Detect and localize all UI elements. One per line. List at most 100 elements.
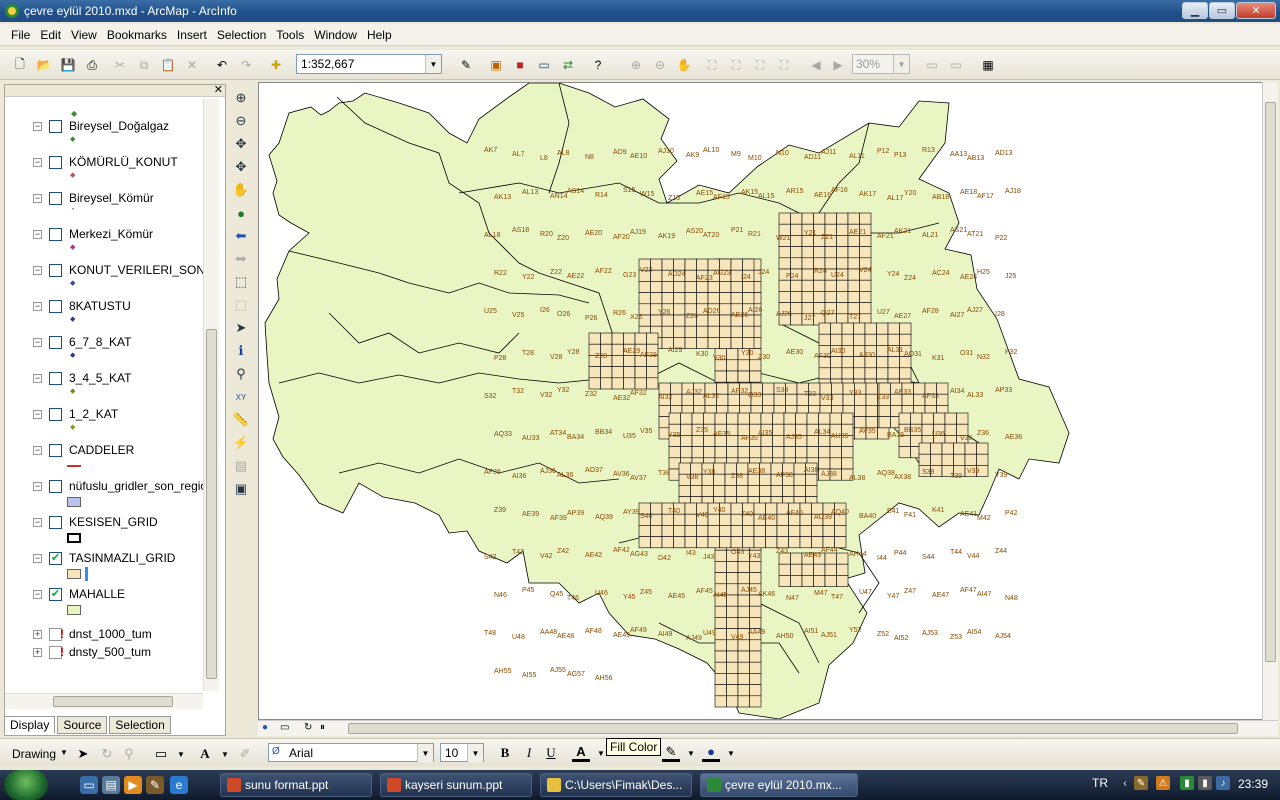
layer-name[interactable]: Bireysel_Kömür [69,191,154,205]
layer-name[interactable]: KONUT_VERILERI_SON2 [69,263,205,277]
whats-this-help-icon[interactable]: ? [588,55,608,75]
collapse-icon[interactable]: − [33,337,42,347]
scrollbar-thumb[interactable] [348,723,1238,734]
layer-row[interactable]: − 1_2_KAT [5,405,205,423]
font-color-icon[interactable]: A [572,744,590,762]
layer-visibility-checkbox[interactable]: ✔ [49,551,62,565]
scrollbar-thumb[interactable] [53,696,173,707]
layer-name[interactable]: Merkezi_Kömür [69,227,153,241]
change-layout-icon[interactable]: ▦ [978,55,998,75]
collapse-icon[interactable]: − [33,589,42,599]
layer-row[interactable]: − KÖMÜRLÜ_KONUT [5,153,205,171]
layer-row[interactable]: − KONUT_VERILERI_SON2 [5,261,205,279]
map-horizontal-scrollbar[interactable]: ● ▭ ↻ ⏸ [258,720,1278,736]
tab-display[interactable]: Display [4,716,56,734]
print-icon[interactable]: ⎙ [82,55,102,75]
scrollbar-thumb[interactable] [1265,102,1276,662]
rectangle-icon[interactable]: ▭ [152,745,170,763]
internet-explorer-icon[interactable]: e [170,776,188,794]
pause-drawing-icon[interactable]: ⏸ [320,722,325,733]
layer-name[interactable]: nüfuslu_gridler_son_region [69,479,205,493]
collapse-icon[interactable]: − [33,193,42,203]
full-extent-globe-icon[interactable]: ● [231,203,251,223]
network-icon[interactable]: ▮ [1180,776,1194,790]
menu-window[interactable]: Window [309,28,362,42]
menu-tools[interactable]: Tools [271,28,309,42]
taskbar-item-sunu-format[interactable]: sunu format.ppt [220,773,372,797]
layer-visibility-checkbox[interactable] [49,191,62,205]
collapse-icon[interactable]: − [33,265,42,275]
layout-zoom-out-icon[interactable]: ⊖ [650,55,670,75]
layer-row[interactable]: − KESISEN_GRID [5,513,205,531]
layer-name[interactable]: TASINMAZLI_GRID [69,551,175,565]
layer-visibility-checkbox[interactable]: ✔ [49,587,62,601]
expand-icon[interactable]: + [33,629,42,639]
tab-selection[interactable]: Selection [109,716,171,734]
layer-visibility-checkbox[interactable] [49,119,62,133]
close-icon[interactable]: ✕ [214,83,223,96]
layer-visibility-checkbox[interactable] [49,443,62,457]
collapse-icon[interactable]: − [33,445,42,455]
hyperlink-icon[interactable]: ⚡ [231,433,251,453]
chevron-down-icon[interactable]: ▼ [467,744,483,762]
chevron-down-icon[interactable]: ▼ [425,55,441,73]
font-combo[interactable]: Ø Arial ▼ [268,743,434,762]
find-binoculars-icon[interactable]: ⚲ [231,364,251,384]
html-popup-icon[interactable]: ▤ [231,456,251,476]
layer-row[interactable]: − ✔ MAHALLE [5,585,205,603]
drawing-menu[interactable]: Drawing [12,747,56,761]
menu-bookmarks[interactable]: Bookmarks [102,28,172,42]
taskbar-item-kayseri-sunum[interactable]: kayseri sunum.ppt [380,773,532,797]
measure-icon[interactable]: 📏 [231,410,251,430]
go-forward-extent-icon[interactable]: ▶ [828,55,848,75]
zoom-whole-page-icon[interactable]: ⛶ [702,55,722,75]
chevron-down-icon[interactable]: ▼ [60,748,68,757]
time-slider-icon[interactable]: ▣ [231,479,251,499]
map-scale-combo[interactable]: 1:352,667 ▼ [296,54,442,74]
identify-icon[interactable]: ℹ [231,341,251,361]
collapse-icon[interactable]: − [33,373,42,383]
layout-view-icon[interactable]: ▭ [280,722,289,733]
toc-vertical-scrollbar[interactable] [203,99,219,691]
command-line-icon[interactable]: ▭ [534,55,554,75]
switch-windows-icon[interactable]: ▤ [102,776,120,794]
go-to-xy-icon[interactable]: XY [231,387,251,407]
fixed-zoom-out-icon[interactable]: ⛶ [774,55,794,75]
select-features-icon[interactable]: ⬚ [231,272,251,292]
tab-source[interactable]: Source [57,716,108,734]
paste-icon[interactable]: 📋 [158,55,178,75]
line-color-icon[interactable]: ✎ [662,744,680,762]
collapse-icon[interactable]: − [33,553,42,563]
open-folder-icon[interactable]: 📂 [34,55,54,75]
refresh-icon[interactable]: ↻ [304,722,312,733]
toc-horizontal-scrollbar[interactable] [5,693,203,709]
delete-icon[interactable]: ✕ [182,55,202,75]
layer-row[interactable]: − Bireysel_Doğalgaz [5,117,205,135]
layer-name[interactable]: KÖMÜRLÜ_KONUT [69,155,178,169]
back-arrow-icon[interactable]: ⬅ [231,226,251,246]
layer-name[interactable]: MAHALLE [69,587,125,601]
taskbar-item-explorer[interactable]: C:\Users\Fimak\Des... [540,773,692,797]
menu-help[interactable]: Help [362,28,397,42]
data-view-icon[interactable]: ● [262,722,268,733]
arctoolbox-icon[interactable]: ▣ [486,55,506,75]
collapse-icon[interactable]: − [33,481,42,491]
layer-row[interactable]: − 6_7_8_KAT [5,333,205,351]
chevron-down-icon[interactable]: ▼ [172,745,190,763]
chevron-down-icon[interactable]: ▼ [682,744,700,762]
layer-name[interactable]: 3_4_5_KAT [69,371,132,385]
language-indicator[interactable]: TR [1092,776,1108,790]
layer-name[interactable]: dnst_1000_tum [69,627,152,641]
collapse-icon[interactable]: − [33,409,42,419]
layer-row[interactable]: − 3_4_5_KAT [5,369,205,387]
chevron-down-icon[interactable]: ▼ [893,55,909,73]
scrollbar-thumb[interactable] [206,329,217,679]
italic-button[interactable]: I [520,744,538,762]
collapse-icon[interactable]: − [33,157,42,167]
focus-data-frame-icon[interactable]: ▭ [946,55,966,75]
media-player-icon[interactable]: ▶ [124,776,142,794]
layout-zoom-in-icon[interactable]: ⊕ [626,55,646,75]
collapse-icon[interactable]: − [33,301,42,311]
fixed-zoom-in-icon[interactable]: ⛶ [750,55,770,75]
toolbox-icon[interactable]: ■ [510,55,530,75]
